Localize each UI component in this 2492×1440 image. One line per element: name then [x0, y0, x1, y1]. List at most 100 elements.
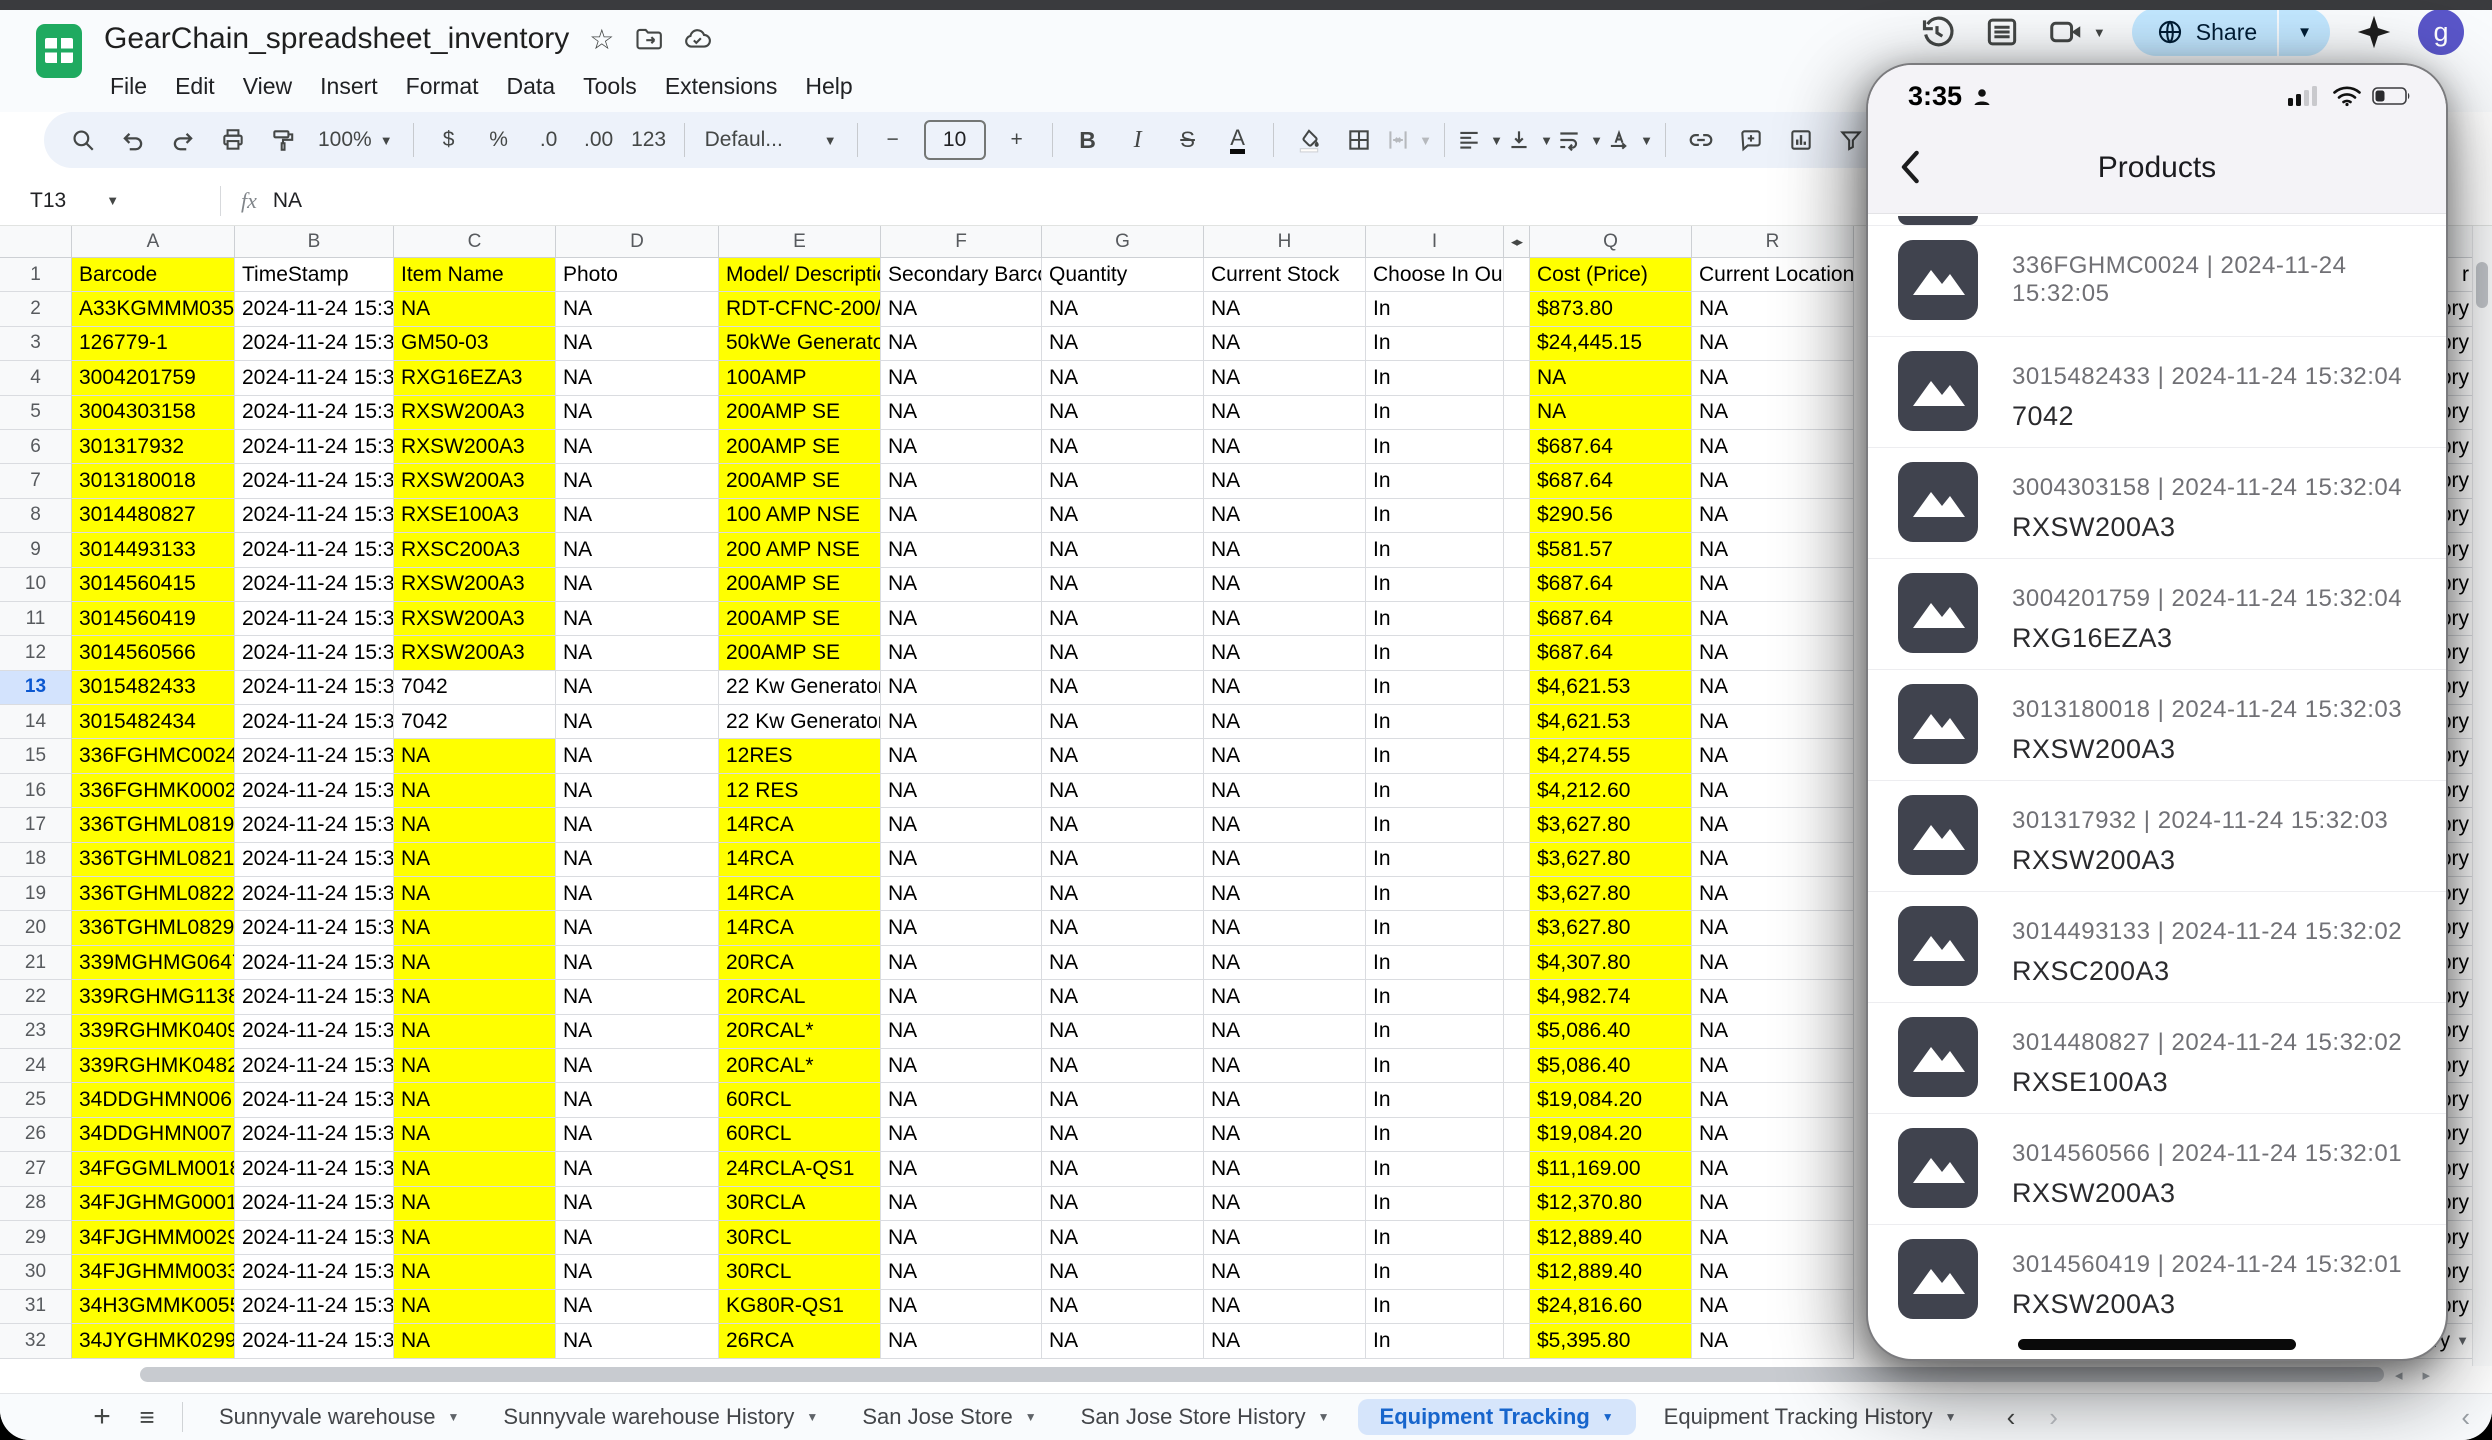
cell-Q15[interactable]: $4,274.55	[1530, 739, 1692, 774]
cell-D29[interactable]: NA	[556, 1220, 719, 1256]
cell-I25[interactable]: In	[1366, 1083, 1504, 1118]
cell-I31[interactable]: In	[1366, 1289, 1504, 1325]
menu-edit[interactable]: Edit	[161, 68, 229, 105]
cell-A18[interactable]: 336TGHML0821	[72, 842, 235, 878]
cell-Q29[interactable]: $12,889.40	[1530, 1220, 1692, 1256]
cell-Q11[interactable]: $687.64	[1530, 601, 1692, 637]
meet-button[interactable]: ▼	[2047, 13, 2106, 51]
cell-A5[interactable]: 3004303158	[72, 395, 235, 430]
cell-D6[interactable]: NA	[556, 429, 719, 465]
cell-B2[interactable]: 2024-11-24 15:32	[235, 292, 394, 327]
cell-H22[interactable]: NA	[1204, 980, 1366, 1015]
cell-E23[interactable]: 20RCAL*	[719, 1014, 881, 1049]
cell-D20[interactable]: NA	[556, 911, 719, 946]
cell-D30[interactable]: NA	[556, 1255, 719, 1290]
cell-I27[interactable]: In	[1366, 1152, 1504, 1187]
cell-I20[interactable]: In	[1366, 911, 1504, 946]
cell-C7[interactable]: RXSW200A3	[394, 464, 556, 499]
menu-help[interactable]: Help	[791, 68, 866, 105]
row-header-21[interactable]: 21	[0, 945, 72, 981]
move-folder-icon[interactable]	[634, 25, 663, 53]
cell-R3[interactable]: NA	[1692, 326, 1854, 362]
cell-C10[interactable]: RXSW200A3	[394, 567, 556, 602]
cell-C15[interactable]: NA	[394, 739, 556, 774]
cell-Q7[interactable]: $687.64	[1530, 464, 1692, 499]
row-header-28[interactable]: 28	[0, 1186, 72, 1221]
cell-F4[interactable]: NA	[881, 361, 1042, 396]
cell-A8[interactable]: 3014480827	[72, 498, 235, 534]
hidden-column-gap[interactable]	[1504, 326, 1530, 362]
product-list-item[interactable]: 3004201759 | 2024-11-24 15:32:04 RXG16EZA…	[1868, 558, 2446, 669]
cell-F1[interactable]: Secondary Barco	[881, 258, 1042, 293]
cell-A22[interactable]: 339RGHMG1138	[72, 980, 235, 1015]
cell-F17[interactable]: NA	[881, 808, 1042, 843]
cell-D3[interactable]: NA	[556, 326, 719, 362]
strikethrough-button[interactable]: S	[1163, 118, 1213, 162]
cell-C22[interactable]: NA	[394, 980, 556, 1015]
cell-G23[interactable]: NA	[1042, 1014, 1204, 1049]
row-header-11[interactable]: 11	[0, 601, 72, 637]
cell-R14[interactable]: NA	[1692, 705, 1854, 740]
cell-D31[interactable]: NA	[556, 1289, 719, 1325]
cell-B20[interactable]: 2024-11-24 15:32	[235, 911, 394, 946]
cell-H1[interactable]: Current Stock	[1204, 258, 1366, 293]
cell-Q6[interactable]: $687.64	[1530, 429, 1692, 465]
horizontal-scrollbar-thumb[interactable]	[140, 1367, 2384, 1382]
cell-B32[interactable]: 2024-11-24 15:32	[235, 1324, 394, 1359]
cell-E7[interactable]: 200AMP SE	[719, 464, 881, 499]
row-header-13[interactable]: 13	[0, 670, 72, 706]
cell-E32[interactable]: 26RCA	[719, 1324, 881, 1359]
cell-R25[interactable]: NA	[1692, 1083, 1854, 1118]
cell-R31[interactable]: NA	[1692, 1289, 1854, 1325]
cell-R22[interactable]: NA	[1692, 980, 1854, 1015]
cell-A24[interactable]: 339RGHMK0482	[72, 1048, 235, 1084]
cell-Q12[interactable]: $687.64	[1530, 636, 1692, 671]
cell-R1[interactable]: Current Location	[1692, 258, 1854, 293]
cell-A28[interactable]: 34FJGHMG0001	[72, 1186, 235, 1221]
cell-E2[interactable]: RDT-CFNC-200/	[719, 292, 881, 327]
cell-H4[interactable]: NA	[1204, 361, 1366, 396]
cell-G12[interactable]: NA	[1042, 636, 1204, 671]
cell-E24[interactable]: 20RCAL*	[719, 1048, 881, 1084]
row-header-17[interactable]: 17	[0, 808, 72, 843]
cell-E26[interactable]: 60RCL	[719, 1117, 881, 1153]
cell-B23[interactable]: 2024-11-24 15:32	[235, 1014, 394, 1049]
cell-H26[interactable]: NA	[1204, 1117, 1366, 1153]
cell-A12[interactable]: 3014560566	[72, 636, 235, 671]
cell-F32[interactable]: NA	[881, 1324, 1042, 1359]
sheets-logo-icon[interactable]	[30, 22, 88, 80]
cell-G6[interactable]: NA	[1042, 429, 1204, 465]
cell-H29[interactable]: NA	[1204, 1220, 1366, 1256]
cell-I3[interactable]: In	[1366, 326, 1504, 362]
search-icon[interactable]	[58, 118, 108, 162]
cell-B3[interactable]: 2024-11-24 15:32	[235, 326, 394, 362]
cell-B31[interactable]: 2024-11-24 15:32	[235, 1289, 394, 1325]
hidden-column-gap[interactable]	[1504, 1289, 1530, 1325]
cell-E31[interactable]: KG80R-QS1	[719, 1289, 881, 1325]
row-header-31[interactable]: 31	[0, 1289, 72, 1325]
cell-Q13[interactable]: $4,621.53	[1530, 670, 1692, 706]
cell-Q5[interactable]: NA	[1530, 395, 1692, 430]
menu-format[interactable]: Format	[392, 68, 493, 105]
hidden-column-gap[interactable]	[1504, 670, 1530, 706]
hidden-column-gap[interactable]	[1504, 1083, 1530, 1118]
cell-D1[interactable]: Photo	[556, 258, 719, 293]
italic-button[interactable]: I	[1113, 118, 1163, 162]
cell-B11[interactable]: 2024-11-24 15:32	[235, 601, 394, 637]
cell-E8[interactable]: 100 AMP NSE	[719, 498, 881, 534]
row-header-29[interactable]: 29	[0, 1220, 72, 1256]
cell-R27[interactable]: NA	[1692, 1152, 1854, 1187]
cell-Q30[interactable]: $12,889.40	[1530, 1255, 1692, 1290]
cell-G29[interactable]: NA	[1042, 1220, 1204, 1256]
cell-H18[interactable]: NA	[1204, 842, 1366, 878]
menu-tools[interactable]: Tools	[569, 68, 651, 105]
cell-C3[interactable]: GM50-03	[394, 326, 556, 362]
cell-I5[interactable]: In	[1366, 395, 1504, 430]
cell-C4[interactable]: RXG16EZA3	[394, 361, 556, 396]
cell-R23[interactable]: NA	[1692, 1014, 1854, 1049]
cell-R20[interactable]: NA	[1692, 911, 1854, 946]
cell-A19[interactable]: 336TGHML0822	[72, 877, 235, 912]
cell-E17[interactable]: 14RCA	[719, 808, 881, 843]
cell-F21[interactable]: NA	[881, 945, 1042, 981]
cell-G11[interactable]: NA	[1042, 601, 1204, 637]
